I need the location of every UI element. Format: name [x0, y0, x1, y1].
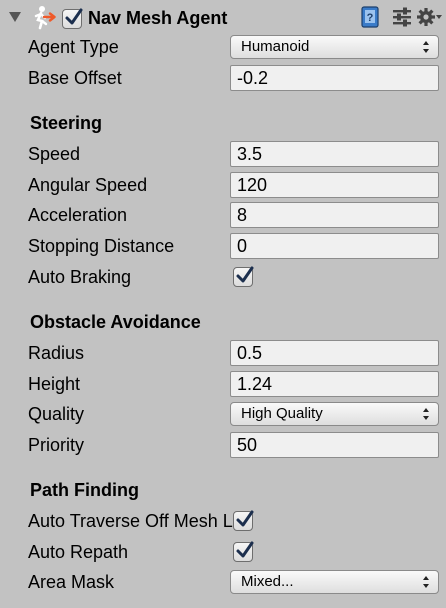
- speed-field[interactable]: 3.5: [230, 141, 439, 167]
- path-finding-heading: Path Finding: [30, 480, 139, 500]
- auto-repath-label: Auto Repath: [28, 542, 129, 562]
- height-field[interactable]: 1.24: [230, 371, 439, 397]
- radius-label: Radius: [28, 343, 85, 363]
- area-mask-dropdown[interactable]: Mixed...: [230, 570, 439, 594]
- checkmark-icon: [236, 510, 254, 527]
- foldout-arrow-icon[interactable]: [9, 12, 21, 22]
- gear-icon[interactable]: [417, 6, 443, 28]
- angular-speed-label: Angular Speed: [28, 175, 148, 195]
- angular-speed-field[interactable]: 120: [230, 172, 439, 198]
- dropdown-arrows-icon: [423, 408, 429, 420]
- svg-text:?: ?: [367, 12, 374, 24]
- agent-type-dropdown[interactable]: Humanoid: [230, 35, 439, 59]
- radius-field[interactable]: 0.5: [230, 340, 439, 366]
- agent-type-value: Humanoid: [241, 38, 310, 55]
- obstacle-avoidance-heading: Obstacle Avoidance: [30, 312, 201, 332]
- quality-value: High Quality: [241, 405, 323, 422]
- steering-heading: Steering: [30, 113, 103, 133]
- base-offset-field[interactable]: -0.2: [230, 65, 439, 91]
- auto-repath-checkbox[interactable]: [233, 541, 254, 562]
- acceleration-field[interactable]: 8: [230, 202, 439, 228]
- quality-dropdown[interactable]: High Quality: [230, 402, 439, 426]
- inspector-panel: Nav Mesh Agent ? Agent Type Humanoid Bas…: [0, 0, 446, 608]
- agent-type-label: Agent Type: [28, 37, 119, 57]
- quality-label: Quality: [28, 404, 85, 424]
- component-enabled-checkbox[interactable]: [62, 8, 83, 29]
- nav-mesh-agent-icon: [30, 5, 56, 31]
- auto-traverse-checkbox[interactable]: [233, 510, 254, 531]
- auto-braking-label: Auto Braking: [28, 267, 132, 287]
- presets-sliders-icon[interactable]: [392, 6, 412, 28]
- area-mask-value: Mixed...: [241, 573, 294, 590]
- priority-field[interactable]: 50: [230, 432, 439, 458]
- acceleration-label: Acceleration: [28, 205, 128, 225]
- component-title: Nav Mesh Agent: [88, 8, 228, 28]
- checkmark-icon: [65, 8, 83, 25]
- auto-traverse-label: Auto Traverse Off Mesh Link: [28, 511, 233, 531]
- base-offset-label: Base Offset: [28, 68, 122, 88]
- auto-braking-checkbox[interactable]: [233, 266, 254, 287]
- area-mask-label: Area Mask: [28, 572, 115, 592]
- dropdown-arrows-icon: [423, 41, 429, 53]
- help-book-icon[interactable]: ?: [361, 6, 379, 28]
- priority-label: Priority: [28, 435, 85, 455]
- component-header[interactable]: Nav Mesh Agent ?: [0, 0, 446, 38]
- dropdown-arrows-icon: [423, 576, 429, 588]
- speed-label: Speed: [28, 144, 81, 164]
- stopping-distance-field[interactable]: 0: [230, 233, 439, 259]
- checkmark-icon: [236, 541, 254, 558]
- checkmark-icon: [236, 266, 254, 283]
- height-label: Height: [28, 374, 81, 394]
- stopping-distance-label: Stopping Distance: [28, 236, 175, 256]
